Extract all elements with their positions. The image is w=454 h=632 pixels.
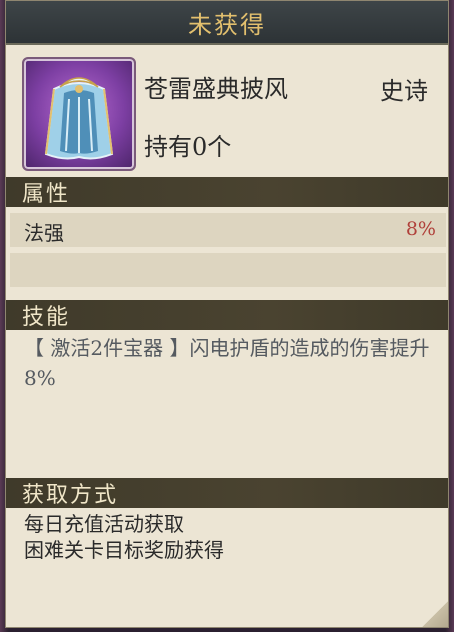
- item-rarity: 史诗: [380, 77, 428, 105]
- attribute-label: 法强: [24, 221, 64, 245]
- attribute-value: 8%: [405, 218, 436, 240]
- source-header: 获取方式: [6, 478, 448, 508]
- cape-icon: [44, 77, 114, 160]
- skill-title: 技能: [22, 305, 71, 330]
- attributes-title: 属性: [22, 182, 71, 207]
- title-bar: 未获得: [6, 1, 448, 45]
- owned-count: 持有0个: [144, 133, 232, 161]
- source-title: 获取方式: [22, 483, 119, 508]
- skill-description: 【 激活2件宝器 】闪电护盾的造成的伤害提升8%: [24, 336, 430, 390]
- attribute-row-empty: [10, 253, 446, 287]
- source-item: 每日充值活动获取: [24, 512, 184, 536]
- page-curl-decoration: [422, 601, 448, 627]
- item-icon-frame: [22, 57, 136, 171]
- source-item: 困难关卡目标奖励获得: [24, 538, 224, 562]
- skill-header: 技能: [6, 300, 448, 330]
- attributes-header: 属性: [6, 177, 448, 207]
- item-detail-panel: 未获得 苍雷盛典披风 史诗 持有0个 属性 法强 8% 技能 【 激活2件宝器: [5, 0, 449, 628]
- source-list: 每日充值活动获取 困难关卡目标奖励获得: [24, 511, 434, 563]
- panel-title: 未获得: [188, 10, 266, 39]
- item-name: 苍雷盛典披风: [144, 75, 288, 103]
- attribute-row: 法强 8%: [10, 213, 446, 247]
